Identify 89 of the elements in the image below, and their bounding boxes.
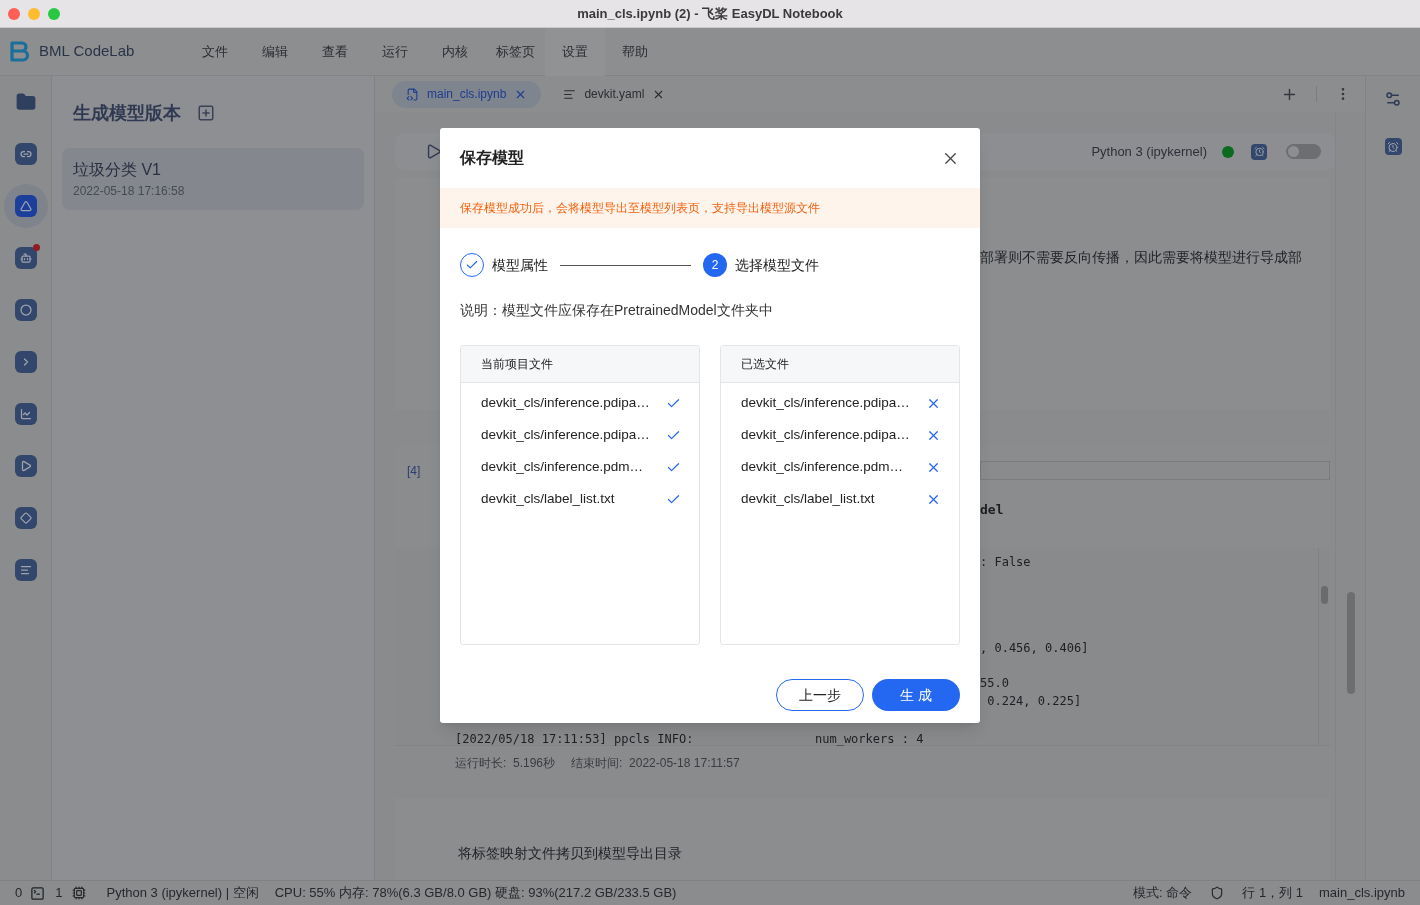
prompt-icon — [14, 351, 37, 373]
menu-item[interactable]: 帮助 — [605, 27, 665, 76]
tab[interactable]: main_cls.ipynb — [392, 80, 542, 108]
file-row[interactable]: devkit_cls/inference.pdipa… — [461, 387, 699, 419]
dialog-note: 说明：模型文件应保存在PretrainedModel文件夹中 — [459, 301, 774, 320]
file-row[interactable]: devkit_cls/inference.pdipa… — [461, 419, 699, 451]
file-name: main_cls.ipynb — [1319, 884, 1405, 903]
maximize-window-button[interactable] — [48, 7, 60, 20]
panel-title: 生成模型版本 — [73, 101, 181, 125]
panel-header: 已选文件 — [721, 346, 959, 383]
add-icon[interactable] — [197, 104, 215, 122]
triangle-icon — [14, 195, 37, 217]
file-row[interactable]: devkit_cls/label_list.txt — [461, 483, 699, 515]
file-name: devkit_cls/inference.pdipa… — [741, 425, 910, 444]
file-row[interactable]: devkit_cls/inference.pdipa… — [721, 387, 959, 419]
file-row[interactable]: devkit_cls/inference.pdipa… — [721, 419, 959, 451]
file-name: devkit_cls/inference.pdipa… — [481, 393, 650, 412]
run-info: 结束时间: 2022-05-18 17:11:57 — [571, 755, 740, 772]
scrollbar-thumb[interactable] — [1321, 586, 1328, 604]
logo-icon — [8, 39, 30, 64]
code-text: del — [980, 501, 1005, 519]
alarm-icon[interactable] — [1251, 143, 1267, 160]
chart-icon — [14, 403, 37, 425]
menu-item[interactable]: 文件 — [185, 27, 245, 76]
settings-icon[interactable] — [1384, 90, 1402, 108]
mode-status: 模式: 命令 — [1133, 884, 1193, 903]
menu-item[interactable]: 内核 — [425, 27, 485, 76]
file-row[interactable]: devkit_cls/inference.pdm… — [721, 451, 959, 483]
run-icon[interactable] — [425, 143, 442, 160]
lines-icon — [14, 559, 37, 581]
run-info: 运行时长: 5.196秒 — [455, 755, 556, 772]
play-icon — [14, 455, 37, 477]
step-number: 2 — [703, 253, 727, 277]
scrollbar-thumb[interactable] — [1346, 592, 1355, 694]
markdown-text: 将标签映射文件拷贝到模型导出目录 — [458, 845, 682, 861]
file-row[interactable]: devkit_cls/inference.pdm… — [461, 451, 699, 483]
dialog-title: 保存模型 — [460, 148, 524, 168]
file-row[interactable]: devkit_cls/label_list.txt — [721, 483, 959, 515]
chip-icon[interactable] — [72, 886, 87, 900]
diamond-icon — [14, 507, 37, 529]
status-count: 1 — [55, 884, 63, 903]
status-count: 0 — [15, 884, 23, 903]
step-label: 模型属性 — [492, 255, 548, 275]
generate-button[interactable]: 生 成 — [872, 679, 960, 711]
file-name: devkit_cls/inference.pdipa… — [481, 425, 650, 444]
menu-item[interactable]: 编辑 — [245, 27, 305, 76]
kernel-name: Python 3 (ipykernel) — [1091, 142, 1207, 161]
notice-banner: 保存模型成功后，会将模型导出至模型列表页，支持导出模型源文件 — [440, 188, 980, 228]
window-title: main_cls.ipynb (2) - 飞桨 EasyDL Notebook — [577, 4, 843, 23]
output-text: [2022/05/18 17:11:53] ppcls INFO: — [455, 731, 695, 748]
resource-usage: CPU: 55% 内存: 78%(6.3 GB/8.0 GB) 硬盘: 93%(217.2 GB/233.5 GB) — [274, 884, 677, 903]
previous-step-button[interactable]: 上一步 — [776, 679, 864, 711]
app-name: BML CodeLab — [39, 41, 135, 62]
file-name: devkit_cls/label_list.txt — [741, 489, 875, 508]
terminal-icon[interactable] — [30, 885, 46, 901]
notebook-icon — [406, 87, 419, 101]
version-time: 2022-05-18 17:16:58 — [73, 183, 186, 200]
link-icon — [14, 143, 37, 165]
menu-item[interactable]: 查看 — [305, 27, 365, 76]
cursor-position: 行 1，列 1 — [1242, 884, 1303, 903]
menu-item[interactable]: 设置 — [545, 27, 605, 76]
panel-header: 当前项目文件 — [461, 346, 699, 383]
cell-prompt: [4] — [406, 463, 422, 480]
tab[interactable]: devkit.yaml — [549, 80, 680, 108]
output-text: 55.0 — [980, 675, 1010, 692]
robot-icon — [14, 247, 37, 269]
folder-icon — [14, 91, 37, 113]
step-label: 选择模型文件 — [735, 255, 819, 275]
menu-item[interactable]: 标签页 — [485, 27, 545, 76]
kernel-status[interactable]: Python 3 (ipykernel) | 空闲 — [106, 883, 259, 903]
version-card[interactable]: 垃圾分类 V1 2022-05-18 17:16:58 — [62, 148, 364, 210]
file-name: devkit_cls/inference.pdm… — [481, 457, 644, 476]
menu-item[interactable]: 运行 — [365, 27, 425, 76]
file-name: devkit_cls/inference.pdipa… — [741, 393, 910, 412]
alarm-icon[interactable] — [1384, 138, 1402, 155]
output-text: 0.224, 0.225] — [986, 693, 1083, 710]
output-text: num_workers : 4 — [815, 731, 924, 748]
output-text: : False — [980, 554, 1032, 571]
code-input[interactable] — [980, 461, 1330, 480]
toggle-switch[interactable] — [1286, 144, 1321, 159]
rail-item[interactable] — [3, 184, 48, 228]
markdown-text: 部署则不需要反向传播，因此需要将模型进行导成部 — [980, 249, 1302, 265]
file-name: devkit_cls/label_list.txt — [481, 489, 615, 508]
output-text: , 0.456, 0.406] — [980, 640, 1090, 657]
version-name: 垃圾分类 V1 — [73, 160, 162, 180]
text-file-icon — [563, 87, 577, 101]
close-window-button[interactable] — [8, 7, 20, 20]
shield-icon[interactable] — [1210, 886, 1225, 900]
file-name: devkit_cls/inference.pdm… — [741, 457, 904, 476]
